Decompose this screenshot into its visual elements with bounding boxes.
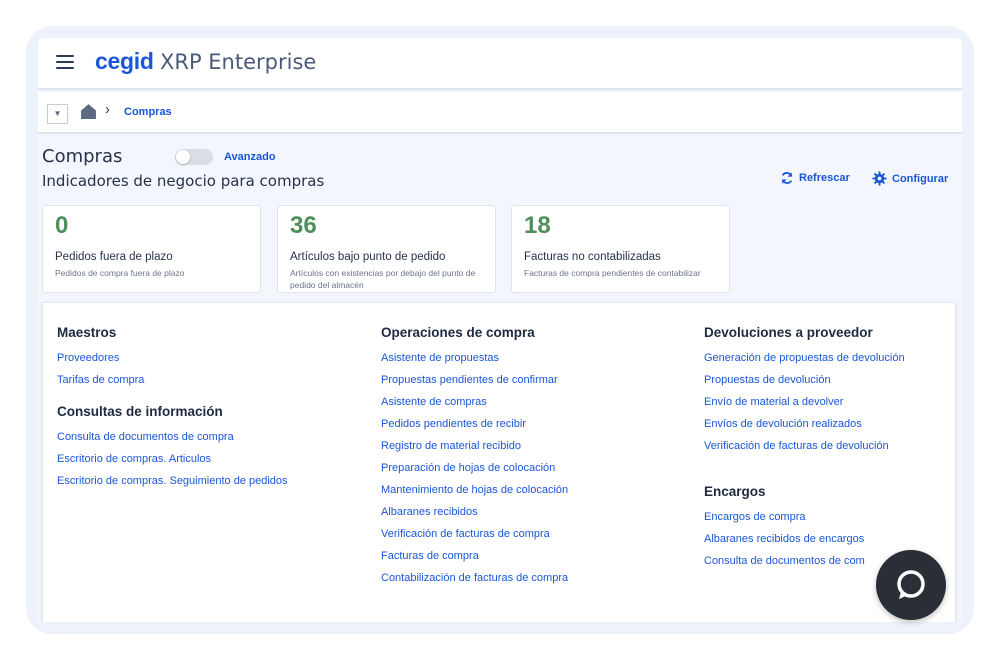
link-verificacion-facturas-devolucion[interactable]: Verificación de facturas de devolución bbox=[704, 435, 905, 457]
link-preparacion-hojas[interactable]: Preparación de hojas de colocación bbox=[381, 457, 568, 479]
kpi-description: Facturas de compra pendientes de contabi… bbox=[524, 268, 701, 278]
menu-column-1: Maestros Proveedores Tarifas de compra C… bbox=[57, 325, 288, 492]
menu-panel: Maestros Proveedores Tarifas de compra C… bbox=[42, 302, 956, 622]
section-title-consultas: Consultas de información bbox=[57, 404, 223, 419]
link-propuestas-pendientes[interactable]: Propuestas pendientes de confirmar bbox=[381, 369, 568, 391]
chevron-right-icon: › bbox=[105, 101, 110, 118]
gear-icon bbox=[872, 171, 887, 186]
advanced-toggle[interactable] bbox=[175, 149, 213, 165]
menu-column-3: Devoluciones a proveedor Generación de p… bbox=[704, 325, 905, 572]
link-registro-material[interactable]: Registro de material recibido bbox=[381, 435, 568, 457]
product-name: XRP Enterprise bbox=[159, 50, 317, 74]
page-title: Compras bbox=[42, 146, 123, 167]
app-brand: cegid XRP Enterprise bbox=[95, 48, 316, 75]
link-albaranes-recibidos[interactable]: Albaranes recibidos bbox=[381, 501, 568, 523]
section-subtitle: Indicadores de negocio para compras bbox=[42, 172, 325, 190]
link-consulta-documentos-encargos[interactable]: Consulta de documentos de com bbox=[704, 550, 905, 572]
menu-column-2: Operaciones de compra Asistente de propu… bbox=[381, 325, 568, 589]
link-proveedores[interactable]: Proveedores bbox=[57, 347, 288, 369]
chat-icon bbox=[897, 570, 925, 599]
caret-down-icon[interactable]: ▼ bbox=[47, 104, 68, 124]
section-title-maestros: Maestros bbox=[57, 325, 117, 340]
top-bar: cegid XRP Enterprise bbox=[38, 38, 962, 90]
link-verificacion-facturas[interactable]: Verificación de facturas de compra bbox=[381, 523, 568, 545]
kpi-value: 18 bbox=[524, 212, 551, 239]
link-asistente-propuestas[interactable]: Asistente de propuestas bbox=[381, 347, 568, 369]
link-tarifas-compra[interactable]: Tarifas de compra bbox=[57, 369, 288, 391]
kpi-card-overdue-orders[interactable]: 0 Pedidos fuera de plazo Pedidos de comp… bbox=[42, 205, 261, 293]
kpi-value: 0 bbox=[55, 212, 69, 239]
section-title-devoluciones: Devoluciones a proveedor bbox=[704, 325, 873, 340]
link-propuestas-devolucion[interactable]: Propuestas de devolución bbox=[704, 369, 905, 391]
link-envios-devolucion[interactable]: Envíos de devolución realizados bbox=[704, 413, 905, 435]
kpi-title: Facturas no contabilizadas bbox=[524, 251, 661, 263]
refresh-label: Refrescar bbox=[799, 172, 850, 184]
kpi-description: Artículos con existencias por debajo del… bbox=[290, 268, 476, 290]
kpi-card-unposted-invoices[interactable]: 18 Facturas no contabilizadas Facturas d… bbox=[511, 205, 730, 293]
link-escritorio-articulos[interactable]: Escritorio de compras. Articulos bbox=[57, 448, 288, 470]
menu-icon[interactable] bbox=[56, 55, 74, 69]
link-albaranes-encargos[interactable]: Albaranes recibidos de encargos bbox=[704, 528, 905, 550]
link-envio-material[interactable]: Envío de material a devolver bbox=[704, 391, 905, 413]
kpi-title: Pedidos fuera de plazo bbox=[55, 251, 173, 263]
toggle-knob bbox=[176, 150, 190, 164]
link-encargos-compra[interactable]: Encargos de compra bbox=[704, 506, 905, 528]
link-pedidos-pendientes[interactable]: Pedidos pendientes de recibir bbox=[381, 413, 568, 435]
link-facturas-compra[interactable]: Facturas de compra bbox=[381, 545, 568, 567]
section-title-operaciones: Operaciones de compra bbox=[381, 325, 535, 340]
refresh-button[interactable]: Refrescar bbox=[780, 171, 850, 185]
advanced-toggle-label: Avanzado bbox=[224, 151, 276, 163]
breadcrumb: ▼ › Compras bbox=[38, 92, 962, 134]
kpi-value: 36 bbox=[290, 212, 317, 239]
section-title-encargos: Encargos bbox=[704, 484, 766, 499]
link-contabilizacion-facturas[interactable]: Contabilización de facturas de compra bbox=[381, 567, 568, 589]
link-asistente-compras[interactable]: Asistente de compras bbox=[381, 391, 568, 413]
kpi-description: Pedidos de compra fuera de plazo bbox=[55, 268, 185, 278]
kpi-card-below-reorder[interactable]: 36 Artículos bajo punto de pedido Artícu… bbox=[277, 205, 496, 293]
refresh-icon bbox=[781, 172, 793, 184]
home-icon[interactable] bbox=[80, 103, 97, 120]
link-generacion-propuestas-devolucion[interactable]: Generación de propuestas de devolución bbox=[704, 347, 905, 369]
link-escritorio-seguimiento[interactable]: Escritorio de compras. Seguimiento de pe… bbox=[57, 470, 288, 492]
brand-logo: cegid bbox=[95, 48, 154, 74]
breadcrumb-current[interactable]: Compras bbox=[124, 106, 172, 118]
link-mantenimiento-hojas[interactable]: Mantenimiento de hojas de colocación bbox=[381, 479, 568, 501]
link-consulta-documentos[interactable]: Consulta de documentos de compra bbox=[57, 426, 288, 448]
kpi-title: Artículos bajo punto de pedido bbox=[290, 251, 446, 263]
chat-button[interactable] bbox=[876, 550, 946, 620]
configure-label: Configurar bbox=[892, 173, 949, 185]
configure-button[interactable]: Configurar bbox=[872, 171, 948, 186]
app-window: cegid XRP Enterprise ▼ › Compras Compras… bbox=[38, 38, 962, 622]
